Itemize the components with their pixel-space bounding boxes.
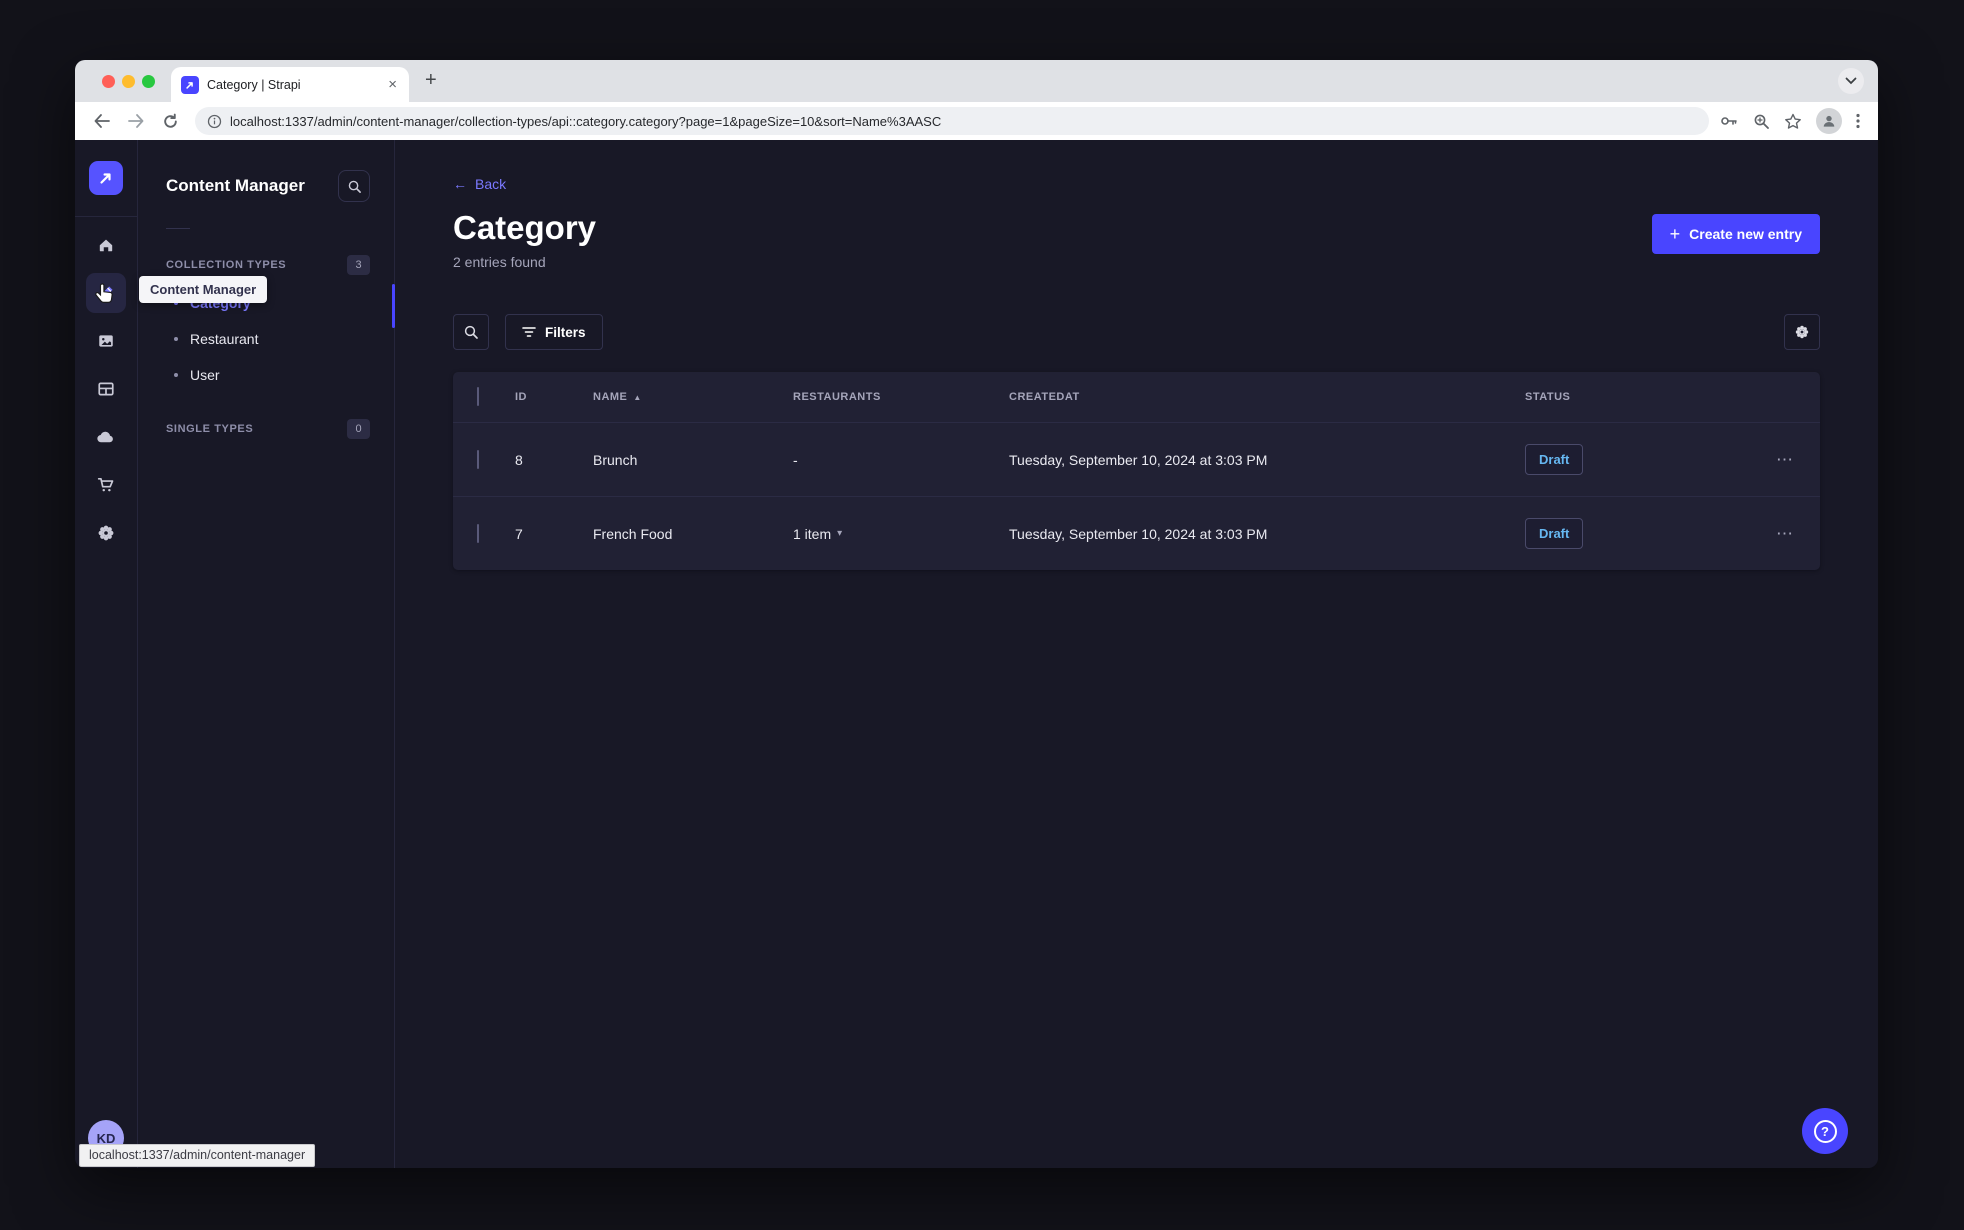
bookmark-star-icon[interactable] [1784,113,1802,130]
filters-button[interactable]: Filters [505,314,603,351]
entries-table: ID NAME ▲ RESTAURANTS CREATEDAT STATUS 8 [453,372,1820,571]
strapi-favicon-icon [181,75,199,94]
select-all-checkbox[interactable] [477,387,479,407]
strapi-admin-app: KD Content Manager COLLECTION TYPES 3 Ca… [75,140,1878,1168]
browser-menu-icon[interactable] [1856,113,1860,129]
browser-toolbar: localhost:1337/admin/content-manager/col… [75,102,1878,140]
settings-gear-icon[interactable] [86,513,126,553]
table-row[interactable]: 7 French Food 1 item ▾ Tuesday, Septembe… [453,496,1820,570]
plus-icon: + [1669,224,1681,244]
tab-search-button[interactable] [1838,68,1864,94]
row-checkbox[interactable] [477,523,479,543]
main-content: ← Back Category 2 entries found + Create… [395,140,1878,1168]
row-checkbox[interactable] [477,449,479,469]
cell-restaurants[interactable]: 1 item ▾ [793,526,1009,542]
cell-restaurants: - [793,451,798,468]
cell-id: 8 [515,451,523,468]
deploy-cloud-icon[interactable] [86,417,126,457]
window-close-button[interactable] [102,75,115,88]
back-link[interactable]: ← Back [453,176,1820,192]
back-label: Back [475,176,507,192]
content-manager-tooltip: Content Manager [139,276,268,303]
main-nav-rail: KD [75,140,138,1168]
view-settings-button[interactable] [1784,314,1820,351]
row-actions-button[interactable]: ⋯ [1776,525,1794,542]
browser-tab-strip: Category | Strapi × + [75,60,1878,102]
back-arrow-icon: ← [453,176,467,192]
strapi-logo[interactable] [89,161,123,195]
desktop: Category | Strapi × + localhost:1337/adm… [0,0,1964,1230]
subnav-item-restaurant[interactable]: Restaurant [138,321,394,357]
column-header-id[interactable]: ID [515,391,593,403]
create-button-label: Create new entry [1689,226,1802,242]
page-title: Category [453,209,597,246]
zoom-icon[interactable] [1753,113,1770,130]
status-badge: Draft [1525,444,1584,476]
entries-count: 2 entries found [453,254,546,271]
collection-types-count-badge: 3 [347,255,370,275]
table-header-row: ID NAME ▲ RESTAURANTS CREATEDAT STATUS [453,372,1820,422]
window-zoom-button[interactable] [142,75,155,88]
question-mark-icon: ? [1813,1119,1837,1143]
toolbar-right-icons [1719,108,1864,134]
subnav-search-button[interactable] [338,170,370,202]
cell-createdat: Tuesday, September 10, 2024 at 3:03 PM [1009,525,1268,542]
row-actions-button[interactable]: ⋯ [1776,451,1794,468]
table-row[interactable]: 8 Brunch - Tuesday, September 10, 2024 a… [453,422,1820,496]
column-header-name[interactable]: NAME ▲ [593,391,793,403]
cell-name: French Food [593,525,673,542]
browser-tab[interactable]: Category | Strapi × [171,67,409,102]
window-minimize-button[interactable] [122,75,135,88]
status-badge: Draft [1525,518,1584,550]
cell-createdat: Tuesday, September 10, 2024 at 3:03 PM [1009,451,1268,468]
new-tab-button[interactable]: + [425,70,437,90]
browser-profile-avatar[interactable] [1816,108,1842,134]
bullet-icon [174,337,178,341]
table-search-button[interactable] [453,314,489,351]
password-key-icon[interactable] [1719,113,1739,129]
filter-icon [522,327,536,338]
chevron-down-icon: ▾ [837,528,843,540]
column-header-restaurants[interactable]: RESTAURANTS [793,391,1009,403]
forward-nav-icon[interactable] [123,108,149,134]
subnav-item-user[interactable]: User [138,357,394,393]
filters-label: Filters [545,324,586,340]
content-type-builder-icon[interactable] [86,369,126,409]
single-types-label: SINGLE TYPES [166,423,254,435]
sort-asc-icon[interactable]: ▲ [633,393,641,402]
subnav-item-label: Restaurant [190,331,259,347]
reload-icon[interactable] [157,108,183,134]
media-library-icon[interactable] [86,321,126,361]
subnav-title: Content Manager [166,176,305,195]
collection-types-label: COLLECTION TYPES [166,259,287,271]
back-nav-icon[interactable] [89,108,115,134]
create-new-entry-button[interactable]: + Create new entry [1651,214,1820,254]
tab-title: Category | Strapi [207,77,301,92]
marketplace-cart-icon[interactable] [86,465,126,505]
content-manager-icon[interactable] [86,273,126,313]
subnav-item-label: User [190,367,220,383]
home-icon[interactable] [86,225,126,265]
column-header-createdat[interactable]: CREATEDAT [1009,391,1525,403]
bullet-icon [174,373,178,377]
cell-name: Brunch [593,451,638,468]
url-bar[interactable]: localhost:1337/admin/content-manager/col… [195,107,1709,135]
link-preview-statusbar: localhost:1337/admin/content-manager [79,1144,316,1167]
subnav-divider [166,228,190,229]
help-button[interactable]: ? [1802,1108,1848,1154]
column-header-status[interactable]: STATUS [1525,391,1725,403]
page-info-icon[interactable] [207,114,222,129]
cell-id: 7 [515,525,523,542]
browser-window: Category | Strapi × + localhost:1337/adm… [75,60,1878,1168]
tab-close-icon[interactable]: × [386,76,399,93]
single-types-count-badge: 0 [347,419,370,439]
url-text: localhost:1337/admin/content-manager/col… [230,113,942,129]
